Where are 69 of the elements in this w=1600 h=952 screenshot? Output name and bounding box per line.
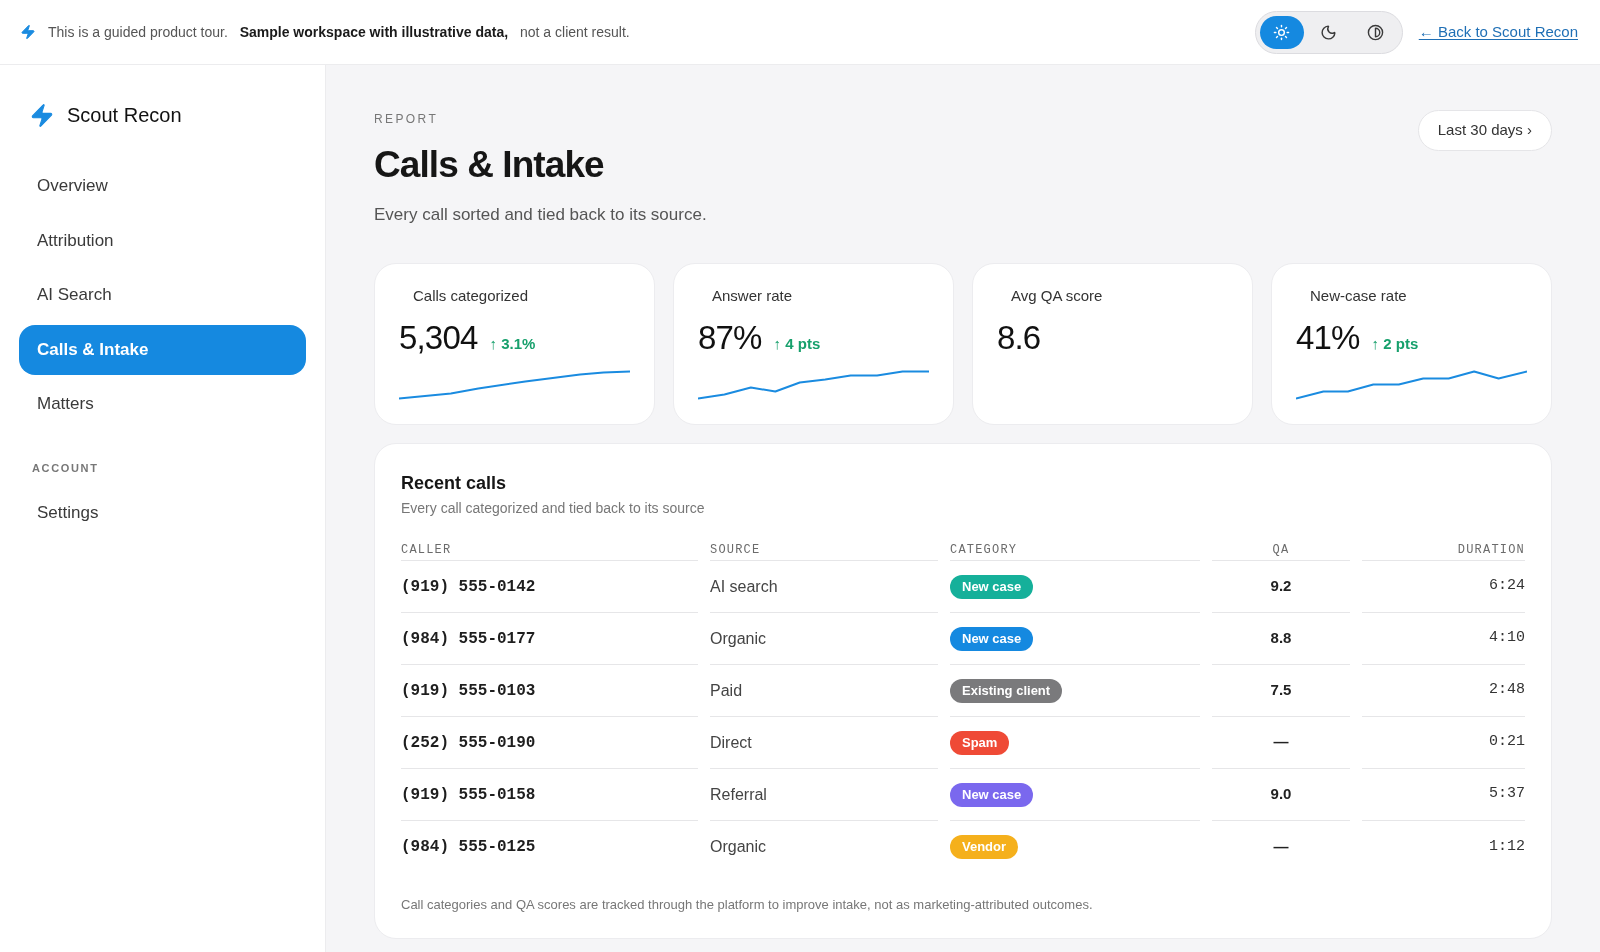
- page-eyebrow: REPORT: [374, 111, 440, 127]
- category-tag: Vendor: [950, 835, 1019, 859]
- table-cell: Direct: [710, 717, 938, 769]
- table-cell: 7.5: [1212, 665, 1350, 717]
- table-cell: (919) 555-0142: [401, 561, 698, 613]
- metric-label: Answer rate: [712, 286, 794, 306]
- metric-delta: ↑ 3.1%: [489, 334, 536, 354]
- table-cell: (252) 555-0190: [401, 717, 698, 769]
- nav-item[interactable]: Calls & Intake: [19, 324, 306, 375]
- metric-label: Calls categorized: [413, 286, 530, 306]
- section-heading: ACCOUNT: [31, 461, 100, 476]
- table-cell: 2:48: [1362, 665, 1525, 717]
- section-title: Recent calls: [401, 472, 508, 495]
- light-mode-button[interactable]: [1259, 15, 1304, 49]
- nav-item[interactable]: Settings: [19, 488, 306, 538]
- metric-delta: ↑ 4 pts: [773, 334, 821, 354]
- metric-label: New-case rate: [1310, 286, 1408, 306]
- column-header: SOURCE: [710, 542, 938, 561]
- category-tag: New case: [950, 574, 1034, 599]
- metric-delta: ↑ 2 pts: [1371, 334, 1419, 354]
- table-cell: 0:21: [1362, 717, 1525, 769]
- bolt-icon: [29, 101, 55, 129]
- table-cell: 6:24: [1362, 561, 1525, 613]
- table-cell-text: 1:12: [1488, 836, 1525, 857]
- page-subtitle: Every call sorted and tied back to its source.: [374, 204, 707, 226]
- table-cell: Paid: [710, 665, 938, 717]
- bolt-icon: [20, 24, 36, 40]
- table-cell: 9.2: [1212, 561, 1350, 613]
- table-cell: Referral: [710, 769, 938, 821]
- table-cell: (919) 555-0158: [401, 769, 698, 821]
- nav-item[interactable]: Attribution: [19, 215, 306, 266]
- metric-value: 41%: [1296, 318, 1360, 358]
- table-cell: Organic: [710, 613, 938, 665]
- table-cell-text: (984) 555-0125: [401, 837, 537, 858]
- category-tag: Spam: [950, 730, 1010, 755]
- category-tag: New case: [950, 782, 1034, 807]
- category-tag: New case: [950, 626, 1034, 651]
- nav-item[interactable]: AI Search: [19, 270, 306, 320]
- table-cell: 8.8: [1212, 613, 1350, 665]
- footnote: Call categories and QA scores are tracked through the platform to improve intake, not as marketing-attributed outcomes.: [401, 896, 1094, 914]
- table-cell: —: [1212, 717, 1350, 769]
- column-header: CATEGORY: [950, 542, 1200, 561]
- table-cell-text: Organic: [710, 837, 768, 857]
- column-header: QA: [1212, 542, 1350, 561]
- metric-value: 5,304: [399, 318, 478, 358]
- table-cell-text: —: [1272, 836, 1290, 857]
- column-header: CALLER: [401, 542, 698, 561]
- date-range-button[interactable]: Last 30 days ›: [1417, 110, 1552, 151]
- brand-name: Scout Recon: [67, 103, 182, 128]
- metric-label: Avg QA score: [1011, 286, 1104, 306]
- section-subtitle: Every call categorized and tied back to its source: [401, 499, 706, 518]
- back-link[interactable]: ← Back to Scout Recon: [1418, 20, 1578, 44]
- nav-item[interactable]: Matters: [19, 379, 306, 429]
- table-cell: 5:37: [1362, 769, 1525, 821]
- sun-icon: [1273, 23, 1291, 41]
- metric-value: 8.6: [997, 318, 1041, 358]
- table-cell: AI search: [710, 561, 938, 613]
- moon-icon: [1320, 23, 1338, 41]
- table-cell: (919) 555-0103: [401, 665, 698, 717]
- column-header: DURATION: [1362, 542, 1525, 561]
- contrast-icon: [1367, 23, 1385, 41]
- page-title: Calls & Intake: [374, 143, 605, 187]
- metric-value: 87%: [698, 318, 762, 358]
- table-cell: 9.0: [1212, 769, 1350, 821]
- category-tag: Existing client: [950, 678, 1063, 703]
- table-cell: 4:10: [1362, 613, 1525, 665]
- banner-text: This is a guided product tour. Sample workspace with illustrative data, not a client result.: [48, 22, 630, 42]
- table-cell: (984) 555-0177: [401, 613, 698, 665]
- nav-item[interactable]: Overview: [19, 161, 306, 211]
